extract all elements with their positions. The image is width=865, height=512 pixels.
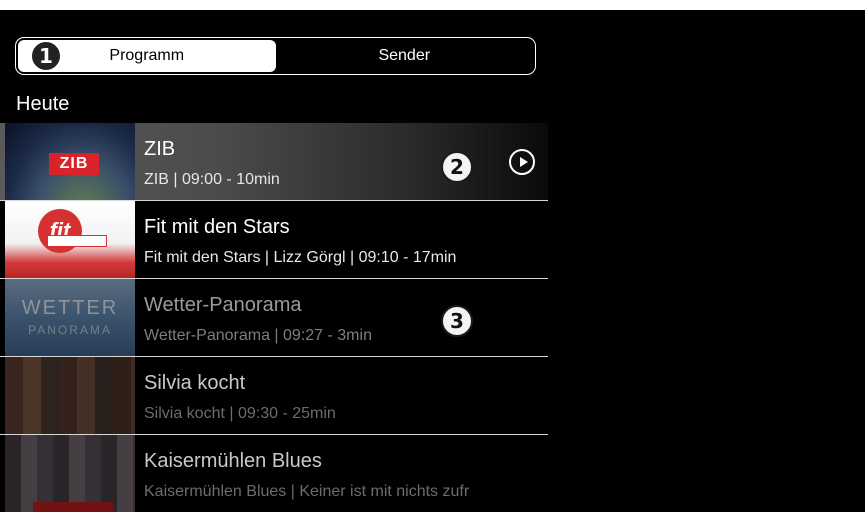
program-subtitle: Kaisermühlen Blues | Keiner ist mit nich…: [144, 483, 470, 500]
program-row-wetter[interactable]: WETTER PANORAMA Wetter-Panorama Wetter-P…: [0, 279, 548, 357]
tab-sender[interactable]: Sender: [276, 40, 534, 72]
thumbnail-fit: fit: [5, 201, 135, 278]
thumbnail-wetter: WETTER PANORAMA: [5, 279, 135, 356]
program-subtitle: ZIB | 09:00 - 10min: [144, 171, 280, 188]
program-title: Kaisermühlen Blues: [144, 450, 322, 472]
program-row-fit[interactable]: fit Fit mit den Stars Fit mit den Stars …: [0, 201, 548, 279]
thumbnail-kaiser: [5, 435, 135, 512]
zib-logo: ZIB: [49, 153, 99, 175]
top-status-bar: [0, 0, 865, 10]
program-row-silvia[interactable]: Silvia kocht Silvia kocht | 09:30 - 25mi…: [0, 357, 548, 435]
wetter-logo-subtext: PANORAMA: [28, 323, 112, 337]
callout-1: 1: [30, 40, 62, 72]
wetter-logo-text: WETTER: [21, 297, 119, 319]
thumbnail-zib: ZIB: [5, 123, 135, 200]
callout-2: 2: [441, 151, 473, 183]
play-circle-icon[interactable]: [509, 149, 535, 175]
program-list: ZIB ZIB ZIB | 09:00 - 10min 2 fit Fit mi…: [0, 123, 548, 512]
program-subtitle: Wetter-Panorama | 09:27 - 3min: [144, 327, 372, 344]
thumbnail-silvia: [5, 357, 135, 434]
program-title: Silvia kocht: [144, 372, 246, 394]
program-row-kaiser[interactable]: Kaisermühlen Blues Kaisermühlen Blues | …: [0, 435, 548, 512]
view-tabs: Programm Sender: [15, 37, 536, 75]
program-subtitle: Silvia kocht | 09:30 - 25min: [144, 405, 336, 422]
program-title: ZIB: [144, 138, 176, 160]
program-title: Wetter-Panorama: [144, 294, 302, 316]
program-subtitle: Fit mit den Stars | Lizz Görgl | 09:10 -…: [144, 249, 457, 266]
callout-3: 3: [441, 305, 473, 337]
program-title: Fit mit den Stars: [144, 216, 290, 238]
program-row-zib[interactable]: ZIB ZIB ZIB | 09:00 - 10min 2: [0, 123, 548, 201]
kaiser-logo-band: [33, 502, 113, 512]
fit-band: [47, 235, 107, 247]
section-title-today: Heute: [16, 93, 70, 115]
